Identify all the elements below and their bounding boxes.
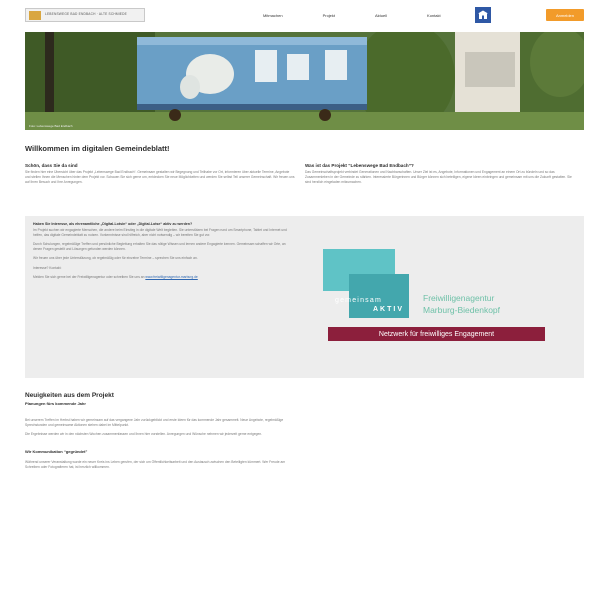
nav-item-kontakt[interactable]: Kontakt (427, 13, 441, 18)
page: LEBENSWEGE BAD ENDBACH · ALTE SCHMIEDE M… (0, 0, 604, 604)
nav-item-projekt[interactable]: Projekt (323, 13, 335, 18)
building-icon[interactable] (474, 7, 491, 23)
callout-paragraph-3: Wir freuen uns über jede Unterstützung, … (33, 256, 198, 261)
hero-image: Foto: Lebenswege Bad Endbach (25, 32, 584, 130)
logo-title-line2: Marburg-Biedenkopf (423, 305, 501, 316)
callout-text-block: Haben Sie Interesse, als ehrenamtliche „… (33, 222, 295, 372)
nav-item-mitmachen[interactable]: Mitmachen (263, 13, 283, 18)
welcome-left-heading: Schön, dass Sie da sind (25, 163, 78, 168)
callout-contact-link[interactable]: www.freiwilligenagentur-marburg.de (145, 275, 197, 279)
callout-contact: Melden Sie sich gerne bei der Freiwillig… (33, 275, 295, 280)
welcome-title: Willkommen im digitalen Gemeindeblatt! (25, 144, 170, 153)
callout-question: Haben Sie Interesse, als ehrenamtliche „… (33, 221, 193, 226)
news-heading-2: Wir Kommunikation “gegründet” (25, 449, 88, 455)
volunteer-callout: Haben Sie Interesse, als ehrenamtliche „… (25, 215, 584, 378)
news-paragraph-2: Die Ergebnisse werden wir in den nächste… (25, 432, 263, 437)
freiwilligenagentur-logo[interactable]: gemeinsam AKTIV Freiwilligenagentur Marb… (323, 249, 548, 344)
logo-mark-icon (29, 10, 41, 20)
site-logo[interactable]: LEBENSWEGE BAD ENDBACH · ALTE SCHMIEDE (25, 8, 145, 22)
welcome-right-heading: Was ist das Projekt “Lebenswege Bad Endb… (305, 163, 414, 168)
news-paragraph-1: Bei unserem Treffen im Herbst haben wir … (25, 417, 284, 427)
welcome-left-text: Sie finden hier eine Übersicht über das … (25, 170, 295, 185)
logo-title-line1: Freiwilligenagentur (423, 293, 495, 304)
hero-caption: Foto: Lebenswege Bad Endbach (29, 124, 73, 128)
logo-text: LEBENSWEGE BAD ENDBACH · ALTE SCHMIEDE (45, 12, 127, 17)
callout-paragraph-1: Im Projekt suchen wir engagierte Mensche… (33, 227, 287, 237)
site-header: LEBENSWEGE BAD ENDBACH · ALTE SCHMIEDE M… (25, 0, 584, 30)
welcome-left: Schön, dass Sie da sind Sie finden hier … (25, 163, 295, 186)
callout-badge-area: gemeinsam AKTIV Freiwilligenagentur Marb… (295, 222, 576, 372)
logo-network-bar: Netzwerk für freiwilliges Engagement (328, 327, 545, 342)
news-title: Neuigkeiten aus dem Projekt (25, 391, 114, 399)
news-section: Neuigkeiten aus dem Projekt Planungen fü… (25, 392, 295, 471)
news-subtitle: Planungen fürs kommende Jahr (25, 400, 86, 406)
welcome-right: Was ist das Projekt “Lebenswege Bad Endb… (305, 163, 575, 186)
welcome-right-text: Das Gemeinschaftsprojekt verbindet Gener… (305, 170, 572, 185)
callout-paragraph-2: Durch Schulungen, regelmäßige Treffen un… (33, 242, 286, 252)
news-paragraph-3: Während unserer Veranstaltung wurde ein … (25, 460, 286, 470)
logo-gemeinsam: gemeinsam (335, 297, 382, 305)
welcome-columns: Schön, dass Sie da sind Sie finden hier … (25, 163, 584, 186)
nav-item-aktuell[interactable]: Aktuell (375, 13, 387, 18)
main-nav: Mitmachen Projekt Aktuell Kontakt (263, 13, 481, 18)
callout-contact-label: Interesse? Kontakt: (33, 265, 62, 270)
cta-button[interactable]: Anmelden (546, 9, 584, 21)
logo-aktiv: AKTIV (373, 306, 404, 314)
callout-contact-text: Melden Sie sich gerne bei der Freiwillig… (33, 274, 145, 279)
